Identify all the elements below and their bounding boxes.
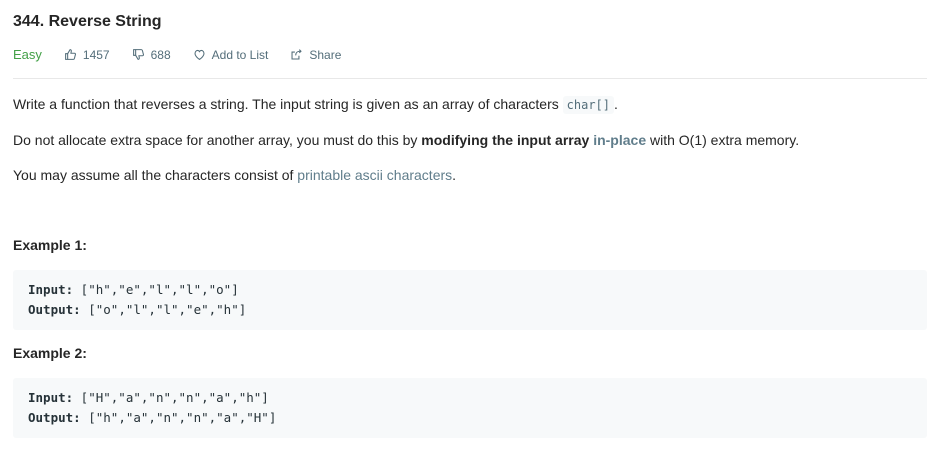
description-text-end: with O(1) extra memory. [646,132,800,148]
output-value: ["o","l","l","e","h"] [80,302,247,317]
problem-title: 344. Reverse String [13,13,162,30]
example-1-code: Input: ["h","e","l","l","o"] Output: ["o… [13,270,927,330]
add-to-list-button[interactable]: Add to List [193,47,269,62]
example-input-line: Input: ["h","e","l","l","o"] [28,280,912,300]
description-paragraph-2: Do not allocate extra space for another … [13,130,927,150]
example-input-line: Input: ["H","a","n","n","a","h"] [28,388,912,408]
problem-panel: 344. Reverse String Easy 1457 688 Add to… [0,0,939,438]
description-text-end: . [452,167,457,183]
description-paragraph-1: Write a function that reverses a string.… [13,94,927,115]
description-text: You may assume all the characters consis… [13,167,298,183]
difficulty-badge: Easy [13,47,42,62]
example-output-line: Output: ["o","l","l","e","h"] [28,300,912,320]
output-label: Output: [28,302,81,317]
divider [13,78,927,79]
description-text: Write a function that reverses a string.… [13,96,563,112]
thumbs-up-icon [65,49,76,60]
share-button[interactable]: Share [290,48,341,62]
description-paragraph-3: You may assume all the characters consis… [13,165,927,185]
add-to-list-label: Add to List [211,47,269,62]
ascii-link[interactable]: printable ascii characters [297,167,452,183]
description-text-end: . [614,96,618,112]
input-value: ["h","e","l","l","o"] [73,282,239,297]
example-2-code: Input: ["H","a","n","n","a","h"] Output:… [13,378,927,438]
example-output-line: Output: ["h","a","n","n","a","H"] [28,408,912,428]
problem-meta-bar: Easy 1457 688 Add to List Share [13,47,927,62]
input-label: Input: [28,390,74,405]
like-button[interactable]: 1457 [64,48,110,62]
dislike-count: 688 [150,47,171,62]
in-place-link[interactable]: in-place [593,132,646,148]
problem-description: Write a function that reverses a string.… [13,94,927,185]
example-1-title: Example 1: [13,237,87,253]
example-2-title: Example 2: [13,345,87,361]
heart-icon [194,49,205,60]
bold-text: modifying the input array [421,132,590,148]
output-value: ["h","a","n","n","a","H"] [80,410,277,425]
input-value: ["H","a","n","n","a","h"] [73,390,269,405]
description-text: Do not allocate extra space for another … [13,132,422,148]
thumbs-down-icon [132,49,144,60]
like-count: 1457 [82,47,110,62]
input-label: Input: [28,282,74,297]
inline-code: char[] [562,96,614,114]
dislike-button[interactable]: 688 [132,48,171,62]
share-icon [291,49,303,60]
share-label: Share [309,47,342,62]
output-label: Output: [28,410,81,425]
